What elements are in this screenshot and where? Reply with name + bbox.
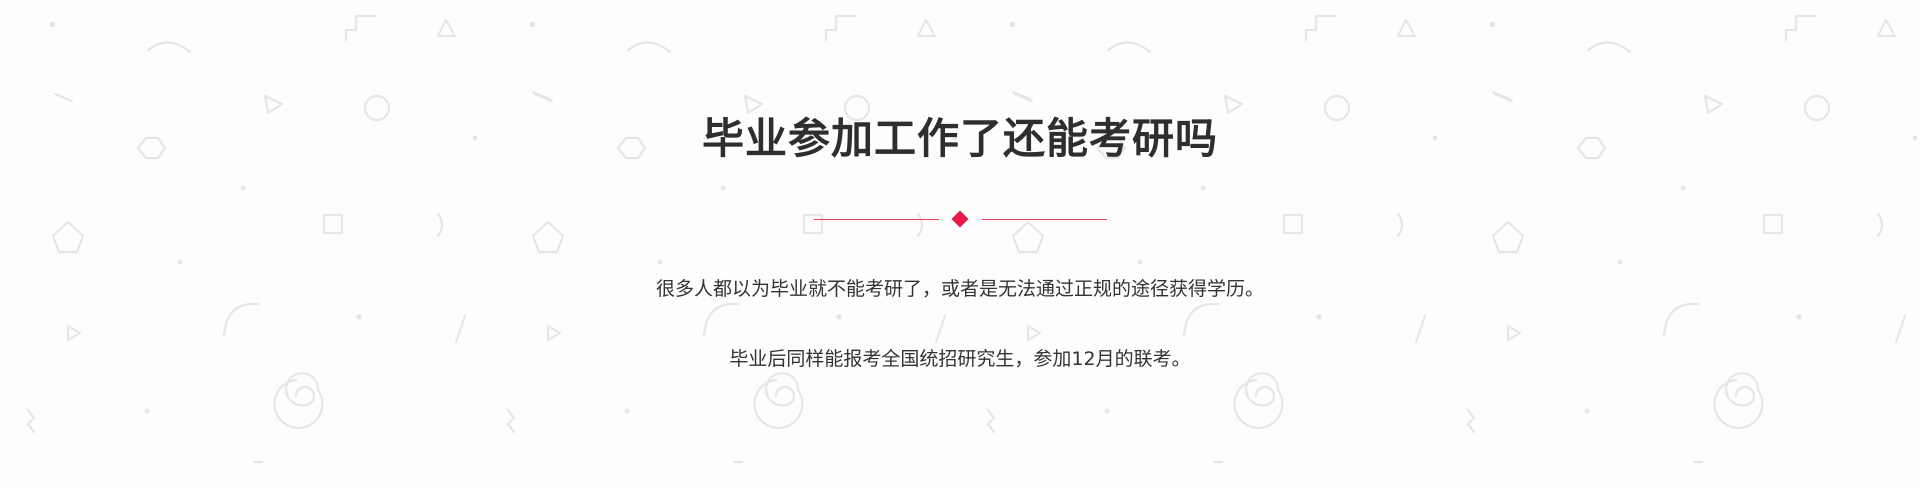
intro-content: 毕业参加工作了还能考研吗 很多人都以为毕业就不能考研了，或者是无法通过正规的途径… bbox=[0, 0, 1920, 488]
diamond-icon bbox=[951, 210, 969, 228]
intro-paragraph: 很多人都以为毕业就不能考研了，或者是无法通过正规的途径获得学历。 bbox=[655, 278, 1264, 300]
section-title: 毕业参加工作了还能考研吗 bbox=[701, 114, 1218, 163]
divider-line-right bbox=[982, 219, 1107, 220]
title-divider bbox=[814, 210, 1107, 230]
intro-paragraph: 毕业后同样能报考全国统招研究生，参加12月的联考。 bbox=[729, 348, 1191, 370]
article-intro-section: 毕业参加工作了还能考研吗 很多人都以为毕业就不能考研了，或者是无法通过正规的途径… bbox=[0, 0, 1920, 488]
divider-line-left bbox=[814, 219, 939, 220]
